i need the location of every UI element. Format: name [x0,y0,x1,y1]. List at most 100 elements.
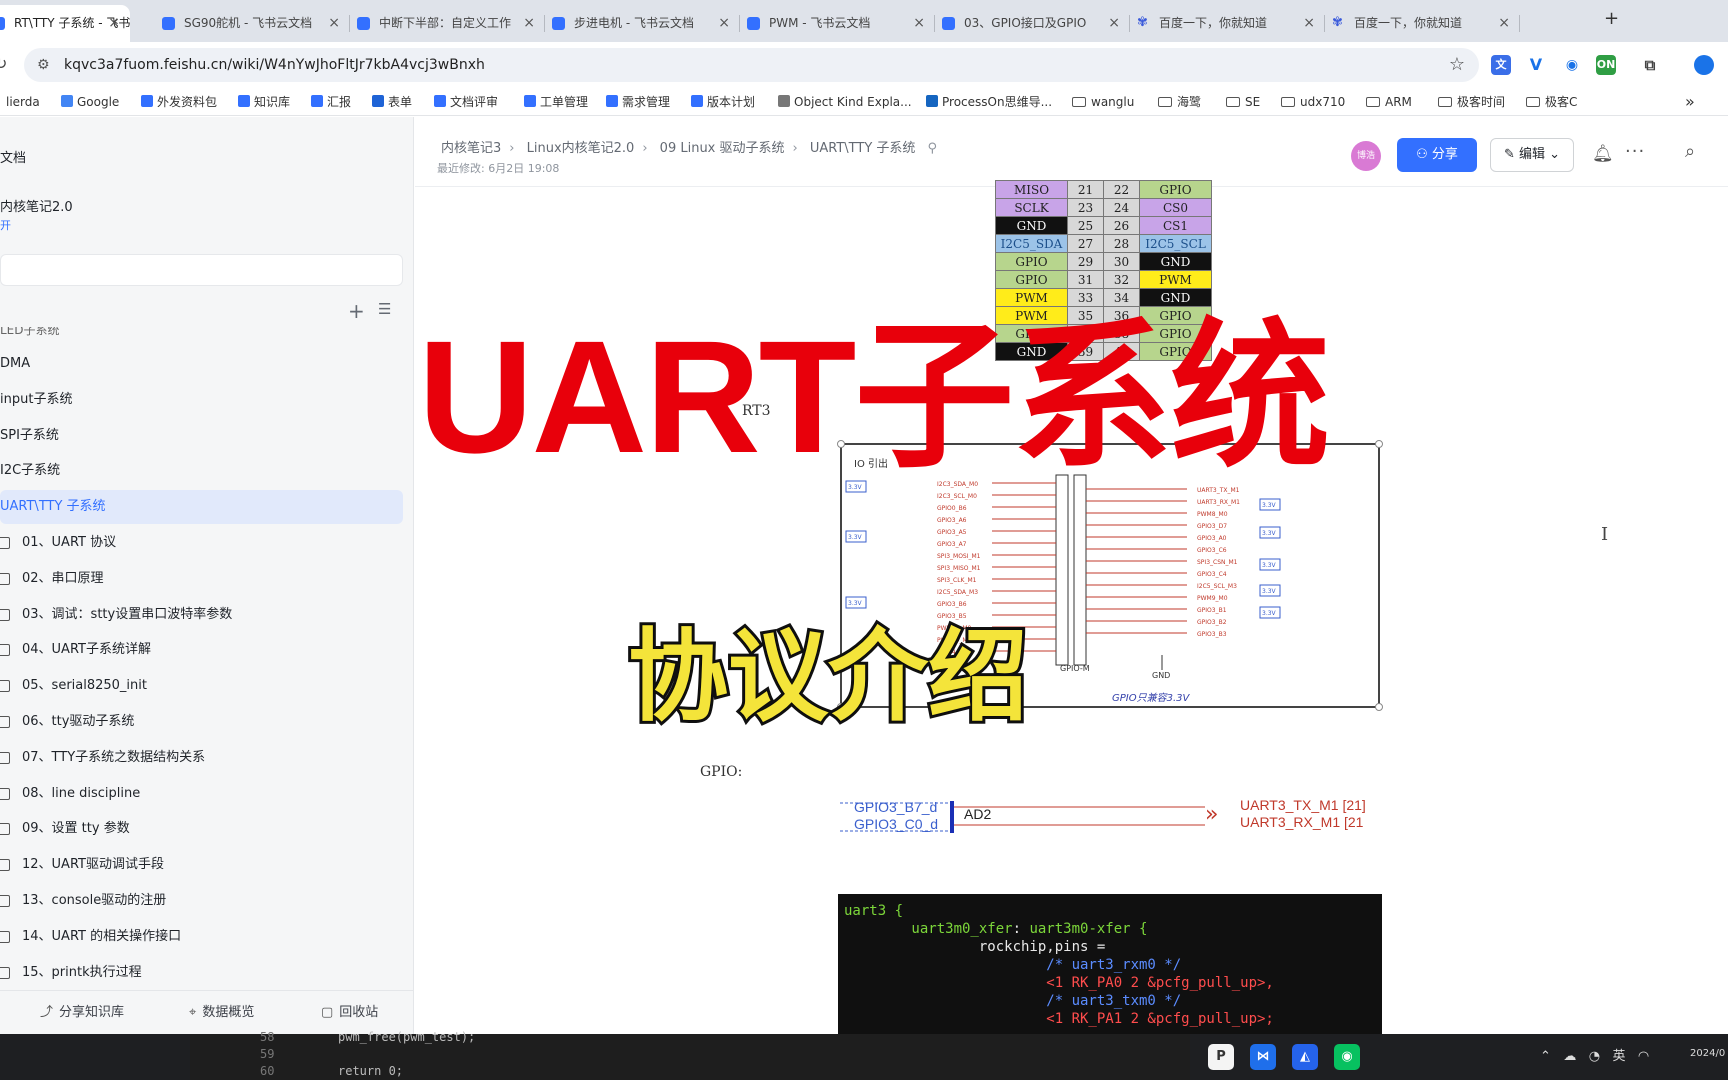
url-text[interactable]: kqvc3a7fuom.feishu.cn/wiki/W4nYwJhoFltJr… [64,48,485,82]
vscode-icon[interactable]: ⋈ [1250,1044,1276,1070]
chevron-up-icon[interactable]: ⌃ [1540,1049,1551,1064]
share-wiki-button[interactable]: ⤴ 分享知识库 [40,991,124,1035]
close-icon[interactable]: × [328,5,340,42]
profile-icon[interactable] [1694,55,1714,75]
bookmark-item[interactable]: ProcessOn思维导... [926,88,1052,116]
sidebar-item[interactable]: 06、tty驱动子系统 [0,705,403,739]
sidebar-item[interactable]: 13、console驱动的注册 [0,884,403,918]
close-icon[interactable]: × [1498,5,1510,42]
chat-icon[interactable]: ◔ [1589,1049,1600,1064]
close-icon[interactable]: × [913,5,925,42]
schematic-right-label: GPIO3_B3 [1197,631,1227,638]
bookmark-item[interactable]: wanglu [1072,88,1134,116]
extension-circle-icon[interactable]: ◉ [1562,55,1582,75]
bookmark-label: ARM [1385,95,1412,109]
more-icon[interactable]: ··· [1625,141,1645,162]
browser-tab[interactable]: SG90舵机 - 飞书云文档 × [150,5,350,42]
sidebar-item[interactable]: 09、设置 tty 参数 [0,812,403,846]
browser-toolbar: ⚙ kqvc3a7fuom.feishu.cn/wiki/W4nYwJhoFlt… [0,42,1728,88]
pin-icon[interactable]: ⚲ [928,141,938,156]
site-settings-icon[interactable]: ⚙ [37,48,50,82]
bookmark-item[interactable]: 极客C [1526,88,1577,116]
pin-row: GPIO 29 30 GND [995,252,1212,271]
sidebar-item[interactable]: 04、UART子系统详解 [0,633,403,667]
bookmarks-overflow-icon[interactable]: » [1685,88,1695,116]
bell-icon[interactable]: 🔔︎ [1592,144,1614,164]
translate-extension-icon[interactable]: 文 [1491,55,1511,75]
browser-tab[interactable]: 步进电机 - 飞书云文档 × [540,5,740,42]
bookmark-item[interactable]: 外发资料包 [141,88,217,116]
app-icon-p[interactable]: P [1208,1044,1234,1070]
clock[interactable]: 2024/0 [1690,1048,1725,1059]
close-icon[interactable]: × [108,5,120,42]
edit-mode-button[interactable]: ✎ 编辑 ⌄ [1490,138,1574,172]
bookmark-item[interactable]: SE [1226,88,1260,116]
sidebar-item[interactable]: 14、UART 的相关操作接口 [0,920,403,954]
close-icon[interactable]: × [1108,5,1120,42]
bookmark-item[interactable]: 工单管理 [524,88,588,116]
sidebar-item[interactable]: 07、TTY子系统之数据结构关系 [0,741,403,775]
sidebar-item[interactable]: input子系统 [0,383,403,417]
bookmark-item[interactable]: Google [61,88,119,116]
wechat-icon[interactable]: ◉ [1334,1044,1360,1070]
sidebar-item[interactable]: SPI子系统 [0,419,403,453]
stats-button[interactable]: ⌖ 数据概览 [189,991,254,1035]
bookmark-item[interactable]: ARM [1366,88,1412,116]
address-bar[interactable]: ⚙ kqvc3a7fuom.feishu.cn/wiki/W4nYwJhoFlt… [24,48,1479,82]
bookmark-star-icon[interactable]: ☆ [1449,48,1465,82]
bookmark-item[interactable]: 海鹭 [1158,88,1201,116]
on-extension-icon[interactable]: ON [1596,55,1616,75]
bookmark-item[interactable]: 文档评审 [434,88,498,116]
bookmark-item[interactable]: 知识库 [238,88,290,116]
sidebar-item[interactable]: 01、UART 协议 [0,526,403,560]
bookmark-item[interactable]: 版本计划 [691,88,755,116]
document-icon [0,716,10,728]
browser-tab[interactable]: PWM - 飞书云文档 × [735,5,935,42]
sidebar-item[interactable]: 15、printk执行过程 [0,956,403,990]
browser-tab[interactable]: ✾ 百度一下，你就知道 × [1125,5,1325,42]
browser-tab[interactable]: RT\TTY 子系统 - 飞书 × [0,5,130,42]
trash-button[interactable]: ▢ 回收站 [321,991,378,1035]
close-icon[interactable]: × [523,5,535,42]
breadcrumb-item[interactable]: Linux内核笔记2.0 [527,137,635,156]
browser-tab[interactable]: 03、GPIO接口及GPIO × [930,5,1130,42]
avatar[interactable]: 博浩 [1351,141,1381,171]
vimeo-extension-icon[interactable]: V [1526,55,1546,75]
sidebar-item[interactable]: UART\TTY 子系统 [0,490,403,525]
close-icon[interactable]: × [718,5,730,42]
sidebar-item[interactable]: 08、line discipline [0,777,403,811]
sidebar-item[interactable]: DMA [0,347,403,381]
code-token: <1 RK_PA1 2 &pcfg_pull_up>; [844,1011,1274,1027]
sidebar-item[interactable]: 03、调试：stty设置串口波特率参数 [0,598,403,632]
resize-handle[interactable] [1375,440,1383,448]
bookmark-item[interactable]: 极客时间 [1438,88,1505,116]
bookmark-item[interactable]: Object Kind Expla... [778,88,912,116]
share-button[interactable]: ⚇ 分享 [1397,138,1477,172]
bookmark-item[interactable]: udx710 [1281,88,1345,116]
ime-indicator[interactable]: 英 [1612,1049,1625,1064]
breadcrumb-item[interactable]: 09 Linux 驱动子系统 [660,137,785,156]
reload-icon[interactable]: ↻ [0,54,7,73]
new-tab-button[interactable]: + [1604,8,1619,29]
sidebar-item[interactable]: 05、serial8250_init [0,669,403,703]
search-icon[interactable]: ⌕ [1685,141,1695,162]
bookmark-item[interactable]: 汇报 [311,88,351,116]
breadcrumb-item[interactable]: 内核笔记3 [441,137,501,156]
close-icon[interactable]: × [1303,5,1315,42]
sidebar-item-label: 08、line discipline [22,785,141,801]
breadcrumb-item[interactable]: UART\TTY 子系统 [810,137,916,156]
sidebar-item[interactable]: I2C子系统 [0,454,403,488]
sidebar-item[interactable]: 02、串口原理 [0,562,403,596]
browser-tab[interactable]: 中断下半部：自定义工作 × [345,5,545,42]
cloud-icon[interactable]: ☁ [1563,1049,1576,1064]
sidebar-item[interactable]: 12、UART驱动调试手段 [0,848,403,882]
browser-tab[interactable]: ✾ 百度一下，你就知道 × [1320,5,1520,42]
wifi-icon[interactable]: ◠ [1638,1049,1649,1064]
feishu-icon[interactable]: ◭ [1292,1044,1318,1070]
bookmark-item[interactable]: 需求管理 [606,88,670,116]
bookmark-item[interactable]: 表单 [372,88,412,116]
bookmark-item[interactable]: lierda [6,88,40,116]
signal-right-1: UART3_TX_M1 [21] [1240,797,1366,813]
puzzle-extensions-icon[interactable]: ⧉ [1640,55,1660,75]
resize-handle[interactable] [1375,703,1383,711]
